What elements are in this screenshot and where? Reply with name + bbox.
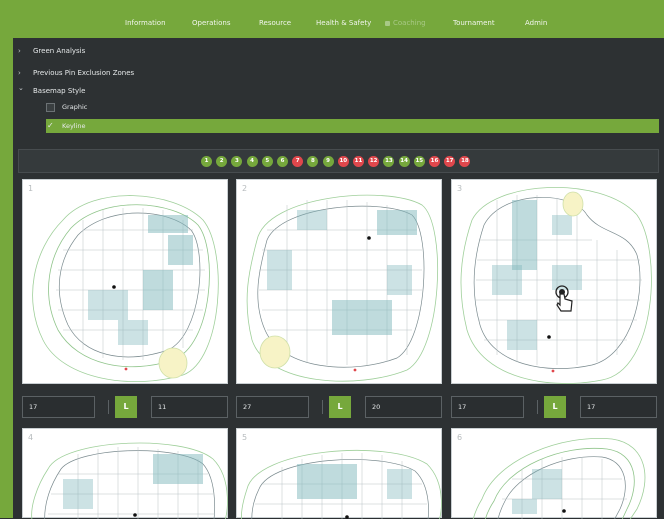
card-number: 6 bbox=[457, 433, 463, 442]
hole-button-4[interactable]: 4 bbox=[246, 156, 258, 167]
nav-coaching: Coaching bbox=[385, 0, 426, 38]
accordion-pin-exclusion[interactable]: › Previous Pin Exclusion Zones bbox=[13, 63, 664, 83]
chevron-right-icon: › bbox=[18, 47, 21, 55]
hole-button-2[interactable]: 2 bbox=[216, 156, 228, 167]
hole-button-1[interactable]: 1 bbox=[201, 156, 212, 167]
main-panel: › Green Analysis › Previous Pin Exclusio… bbox=[13, 38, 664, 519]
hole-button-12[interactable]: 12 bbox=[368, 156, 380, 167]
accordion-pin-exclusion-label: Previous Pin Exclusion Zones bbox=[33, 69, 135, 77]
green-card-5[interactable]: 5 bbox=[236, 428, 442, 519]
nav-information[interactable]: Information bbox=[125, 0, 166, 38]
nav-operations[interactable]: Operations bbox=[192, 0, 230, 38]
card-number: 2 bbox=[242, 184, 248, 193]
green-card-4[interactable]: 4 bbox=[22, 428, 228, 519]
hole-button-7[interactable]: 7 bbox=[292, 156, 304, 167]
app-frame: Information Operations Resource Health &… bbox=[0, 0, 664, 519]
pin-left-input[interactable]: 17 bbox=[22, 396, 95, 418]
hole-button-9[interactable]: 9 bbox=[322, 156, 334, 167]
green-card-2[interactable]: 2 bbox=[236, 179, 442, 384]
pin-row-2: 27 L 20 bbox=[236, 396, 442, 418]
hole-button-17[interactable]: 17 bbox=[444, 156, 456, 167]
pin-left-input[interactable]: 27 bbox=[236, 396, 309, 418]
keyline-label: Keyline bbox=[62, 122, 86, 130]
check-icon: ✓ bbox=[47, 121, 54, 130]
pin-row-3: 17 L 17 bbox=[451, 396, 657, 418]
pin-right-input[interactable]: 11 bbox=[151, 396, 228, 418]
hole-button-14[interactable]: 14 bbox=[398, 156, 410, 167]
pin-row-1: 17 L 11 bbox=[22, 396, 228, 418]
green-map-6 bbox=[472, 437, 646, 519]
nav-admin[interactable]: Admin bbox=[525, 0, 547, 38]
accordion-green-analysis-label: Green Analysis bbox=[33, 47, 86, 55]
hole-button-3[interactable]: 3 bbox=[231, 156, 243, 167]
pin-left-input[interactable]: 17 bbox=[451, 396, 524, 418]
pin-right-input[interactable]: 17 bbox=[580, 396, 657, 418]
basemap-option-graphic[interactable]: Graphic bbox=[46, 100, 659, 114]
accordion-basemap-style-label: Basemap Style bbox=[33, 87, 86, 95]
green-card-6[interactable]: 6 bbox=[451, 428, 657, 519]
accordion-basemap-style[interactable]: ⌄ Basemap Style bbox=[13, 81, 664, 101]
green-card-3[interactable]: 3 bbox=[451, 179, 657, 384]
pin-right-input[interactable]: 20 bbox=[365, 396, 442, 418]
hole-button-16[interactable]: 16 bbox=[429, 156, 440, 167]
nav-health-safety[interactable]: Health & Safety bbox=[316, 0, 371, 38]
nav-resource[interactable]: Resource bbox=[259, 0, 291, 38]
card-number: 5 bbox=[242, 433, 248, 442]
hole-button-18[interactable]: 18 bbox=[459, 156, 471, 167]
nav-tournament[interactable]: Tournament bbox=[453, 0, 495, 38]
green-map-3 bbox=[460, 186, 652, 384]
hole-button-15[interactable]: 15 bbox=[413, 156, 425, 167]
card-number: 4 bbox=[28, 433, 34, 442]
graphic-label: Graphic bbox=[62, 103, 88, 111]
basemap-option-keyline[interactable]: ✓ Keyline bbox=[46, 119, 659, 133]
accordion-green-analysis[interactable]: › Green Analysis bbox=[13, 41, 664, 61]
divider bbox=[537, 400, 538, 414]
card-number: 3 bbox=[457, 184, 463, 193]
chevron-down-icon: ⌄ bbox=[18, 84, 24, 92]
hole-button-5[interactable]: 5 bbox=[261, 156, 273, 167]
divider bbox=[108, 400, 109, 414]
lock-icon bbox=[385, 21, 390, 26]
left-right-toggle[interactable]: L bbox=[115, 396, 137, 418]
hole-button-11[interactable]: 11 bbox=[353, 156, 364, 167]
green-map-2 bbox=[246, 194, 438, 382]
hole-selector: 1 2 3 4 5 6 7 8 9 10 11 12 13 14 15 16 17 18 bbox=[18, 149, 659, 173]
hole-button-8[interactable]: 8 bbox=[307, 156, 319, 167]
green-map-5 bbox=[240, 450, 442, 519]
nav-coaching-label: Coaching bbox=[393, 19, 426, 27]
hole-button-13[interactable]: 13 bbox=[383, 156, 395, 167]
left-right-toggle[interactable]: L bbox=[544, 396, 566, 418]
top-nav: Information Operations Resource Health &… bbox=[0, 0, 664, 38]
graphic-checkbox[interactable] bbox=[46, 103, 55, 112]
green-map-1 bbox=[32, 195, 219, 382]
divider bbox=[322, 400, 323, 414]
green-map-4 bbox=[31, 442, 228, 519]
left-right-toggle[interactable]: L bbox=[329, 396, 351, 418]
hole-button-10[interactable]: 10 bbox=[337, 156, 349, 167]
green-card-1[interactable]: 1 bbox=[22, 179, 228, 384]
hole-button-6[interactable]: 6 bbox=[277, 156, 288, 167]
card-number: 1 bbox=[28, 184, 34, 193]
